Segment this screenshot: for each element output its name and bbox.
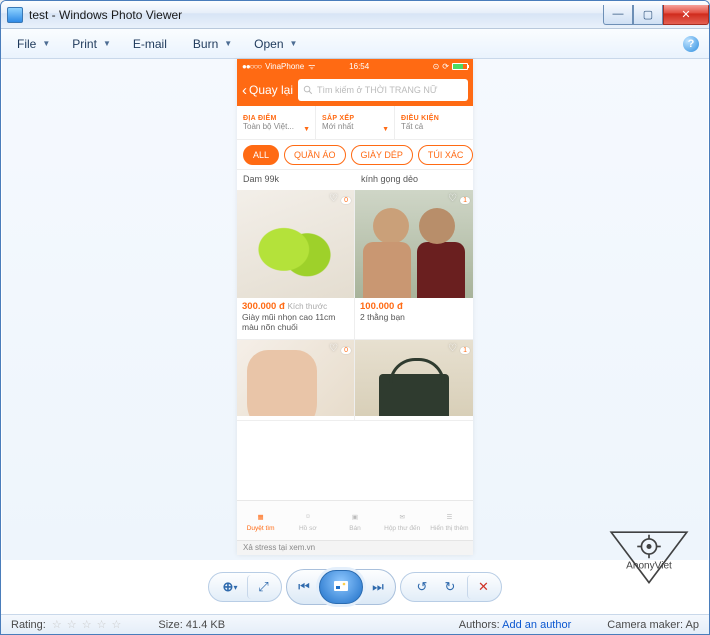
menubar: File▼ Print▼ E-mail Burn▼ Open▼ ? <box>1 29 709 59</box>
heart-icon: ♡ <box>329 343 343 357</box>
battery-icon <box>452 63 468 70</box>
mail-icon: ✉ <box>394 510 410 524</box>
chip-bags[interactable]: TÚI XÁC <box>418 145 473 165</box>
carrier-label: VinaPhone <box>265 62 304 71</box>
tab-inbox[interactable]: ✉Hộp thư đến <box>379 501 426 540</box>
slideshow-button[interactable] <box>319 570 363 604</box>
chevron-down-icon: ▼ <box>382 126 389 133</box>
chevron-down-icon: ▼ <box>42 39 50 48</box>
tab-more[interactable]: ☰Hiển thị thêm <box>426 501 473 540</box>
chevron-down-icon: ▼ <box>103 39 111 48</box>
maximize-button[interactable]: ▢ <box>633 5 663 25</box>
phone-statusbar: ●●○○○ VinaPhone ᯤ 16:54 ⊙ ⟳ <box>237 59 473 74</box>
chevron-down-icon: ▼ <box>290 39 298 48</box>
heart-icon: ♡ <box>448 193 462 207</box>
size-label: Size: <box>158 619 182 631</box>
menu-icon: ☰ <box>441 510 457 524</box>
app-navbar: ‹Quay lại Tìm kiếm ở THỜI TRANG NỮ <box>237 74 473 106</box>
search-icon <box>303 85 313 95</box>
status-strip: Rating: ☆ ☆ ☆ ☆ ☆ Size: 41.4 KB Authors:… <box>1 614 709 634</box>
minimize-button[interactable]: — <box>603 5 633 25</box>
product-card[interactable]: ♡1 100.000 đ 2 thằng bạn <box>355 190 473 340</box>
tab-browse[interactable]: ▦Duyệt tìm <box>237 501 284 540</box>
chip-all[interactable]: ALL <box>243 145 279 165</box>
heart-icon: ♡ <box>329 193 343 207</box>
authors-value[interactable]: Add an author <box>502 619 571 631</box>
price-label: 100.000 đ <box>360 301 403 312</box>
camera-value: Ap <box>686 619 699 631</box>
product-card[interactable]: ♡0 300.000 đ Kích thước Giày mũi nhọn ca… <box>237 190 355 340</box>
product-thumb: ♡1 <box>355 340 473 416</box>
clock-label: 16:54 <box>349 62 369 71</box>
price-label: 300.000 đ <box>242 301 285 312</box>
window-title: test - Windows Photo Viewer <box>29 8 182 22</box>
size-value: 41.4 KB <box>186 619 225 631</box>
category-chips: ALL QUẦN ÁO GIÀY DÉP TÚI XÁC <box>237 140 473 170</box>
delete-button[interactable]: ✕ <box>467 575 493 599</box>
menu-print[interactable]: Print▼ <box>66 33 117 55</box>
rating-stars[interactable]: ☆ ☆ ☆ ☆ ☆ <box>52 618 123 631</box>
title-left: Dam 99k <box>237 170 355 190</box>
menu-file[interactable]: File▼ <box>11 33 56 55</box>
tab-profile[interactable]: ☺Hồ sơ <box>284 501 331 540</box>
heart-icon: ♡ <box>448 343 462 357</box>
prev-button[interactable]: ⏮ <box>289 572 319 602</box>
product-card[interactable]: ♡1 <box>355 340 473 421</box>
help-button[interactable]: ? <box>683 36 699 52</box>
camera-label: Camera maker: <box>607 619 683 631</box>
back-button[interactable]: ‹Quay lại <box>242 82 293 99</box>
phone-footer: Xả stress tại xem.vn <box>237 540 473 555</box>
bottom-tabbar: ▦Duyệt tìm ☺Hồ sơ ▣Bán ✉Hộp thư đến ☰Hiể… <box>237 500 473 540</box>
zoom-group: ⊕▾ ⤢ <box>208 572 282 602</box>
product-name: Giày mũi nhọn cao 11cm màu nõn chuối <box>242 312 349 332</box>
product-grid: ♡0 300.000 đ Kích thước Giày mũi nhọn ca… <box>237 190 473 421</box>
menu-burn[interactable]: Burn▼ <box>187 33 238 55</box>
product-thumb: ♡1 <box>355 190 473 298</box>
menu-open[interactable]: Open▼ <box>248 33 303 55</box>
row-titles: Dam 99k kính gọng dẻo <box>237 170 473 190</box>
user-icon: ☺ <box>300 510 316 524</box>
chip-shoes[interactable]: GIÀY DÉP <box>351 145 413 165</box>
chevron-down-icon: ▼ <box>224 39 232 48</box>
signal-icon: ●●○○○ <box>242 62 261 71</box>
chip-clothes[interactable]: QUẦN ÁO <box>284 145 346 165</box>
camera-icon: ▣ <box>347 510 363 524</box>
filter-condition[interactable]: ĐIỀU KIỆNTất cả <box>395 106 473 139</box>
chevron-left-icon: ‹ <box>242 82 247 99</box>
photo-content: ●●○○○ VinaPhone ᯤ 16:54 ⊙ ⟳ ‹Quay lại Tì… <box>237 59 473 555</box>
product-name: 2 thằng bạn <box>360 312 468 322</box>
photo-viewport: ●●○○○ VinaPhone ᯤ 16:54 ⊙ ⟳ ‹Quay lại Tì… <box>2 59 708 560</box>
filter-location[interactable]: ĐỊA ĐIỂMToàn bộ Việt...▼ <box>237 106 316 139</box>
product-card[interactable]: ♡0 <box>237 340 355 421</box>
product-thumb: ♡0 <box>237 340 354 416</box>
product-thumb: ♡0 <box>237 190 354 298</box>
authors-label: Authors: <box>459 619 500 631</box>
rotate-cw-button[interactable]: ↻ <box>437 575 463 599</box>
app-icon <box>7 7 23 23</box>
rotate-group: ↺ ↻ ✕ <box>400 572 502 602</box>
rotate-ccw-button[interactable]: ↺ <box>409 575 435 599</box>
lock-icon: ⟳ <box>442 62 449 71</box>
filter-sort[interactable]: SẮP XẾPMới nhất▼ <box>316 106 395 139</box>
menu-email[interactable]: E-mail <box>127 33 173 55</box>
window-buttons: — ▢ ✕ <box>603 5 709 25</box>
chevron-down-icon: ▼ <box>303 126 310 133</box>
next-button[interactable]: ⏭ <box>363 572 393 602</box>
close-button[interactable]: ✕ <box>663 5 709 25</box>
zoom-button[interactable]: ⊕▾ <box>217 575 243 599</box>
alarm-icon: ⊙ <box>433 62 440 71</box>
fit-button[interactable]: ⤢ <box>247 575 273 599</box>
app-window: test - Windows Photo Viewer — ▢ ✕ File▼ … <box>0 0 710 635</box>
titlebar: test - Windows Photo Viewer — ▢ ✕ <box>1 1 709 29</box>
wifi-icon: ᯤ <box>308 61 315 72</box>
search-field[interactable]: Tìm kiếm ở THỜI TRANG NỮ <box>298 79 468 101</box>
title-right: kính gọng dẻo <box>355 170 473 190</box>
tab-sell[interactable]: ▣Bán <box>331 501 378 540</box>
rating-label: Rating: <box>11 619 46 631</box>
viewer-controls: ⊕▾ ⤢ ⏮ ⏭ ↺ ↻ ✕ <box>1 562 709 612</box>
grid-icon: ▦ <box>253 510 269 524</box>
search-placeholder: Tìm kiếm ở THỜI TRANG NỮ <box>317 85 437 95</box>
filter-row: ĐỊA ĐIỂMToàn bộ Việt...▼ SẮP XẾPMới nhất… <box>237 106 473 140</box>
nav-group: ⏮ ⏭ <box>286 569 396 605</box>
